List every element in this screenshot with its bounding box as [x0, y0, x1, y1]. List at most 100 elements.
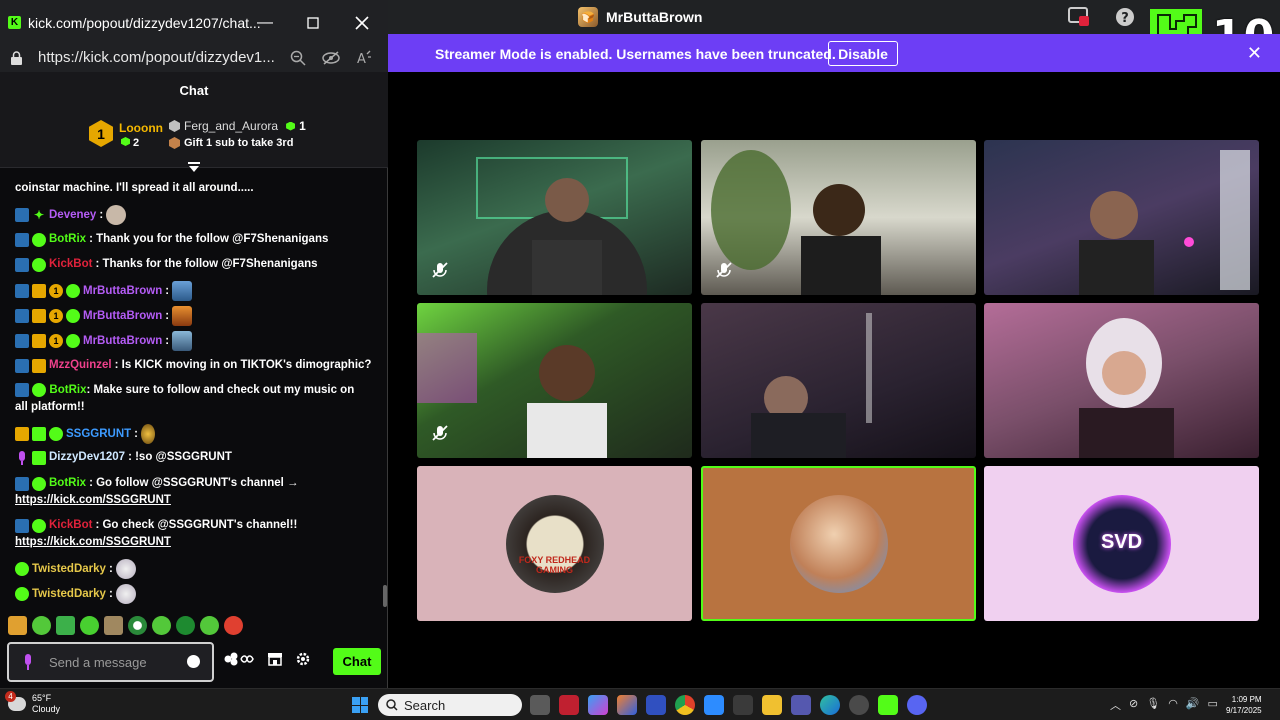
username[interactable]: BotRix [49, 384, 86, 396]
emote-icon[interactable] [56, 616, 75, 635]
emote-icon [141, 424, 156, 444]
send-chat-button[interactable]: Chat [333, 648, 381, 675]
copilot-icon[interactable] [588, 695, 608, 715]
username[interactable]: KickBot [49, 256, 92, 273]
edge-icon[interactable] [820, 695, 840, 715]
emote-icon[interactable] [8, 616, 27, 635]
video-tile-6[interactable] [984, 303, 1259, 458]
first-place-count: 2 [121, 137, 139, 149]
url-text[interactable]: https://kick.com/popout/dizzydev1... [38, 49, 275, 66]
streamer-mode-banner: Streamer Mode is enabled. Usernames have… [388, 34, 1280, 72]
clock[interactable]: 1:09 PM 9/17/2025 [1226, 694, 1262, 716]
store-app-icon[interactable] [733, 695, 753, 715]
banner-close-icon[interactable]: ✕ [1247, 43, 1262, 64]
read-aloud-icon[interactable]: A [356, 50, 372, 71]
microphone-icon[interactable] [23, 654, 33, 675]
teams-icon[interactable] [791, 695, 811, 715]
first-count-value: 2 [133, 137, 140, 149]
volume-icon[interactable]: 🔊 [1186, 697, 1200, 713]
username[interactable]: DizzyDev1207 [49, 449, 125, 466]
kick-app-icon[interactable] [878, 695, 898, 715]
file-explorer-icon[interactable] [762, 695, 782, 715]
message-text: : [134, 427, 139, 440]
founder-badge-icon: 1 [49, 284, 63, 298]
zoom-app-icon[interactable] [704, 695, 724, 715]
emote-icon[interactable] [80, 616, 99, 635]
verified-badge-icon [49, 427, 63, 441]
username[interactable]: KickBot [49, 517, 92, 534]
third-place-text: Gift 1 sub to take 3rd [184, 137, 294, 149]
verified-badge-icon [66, 334, 80, 348]
points-icon[interactable] [224, 652, 254, 671]
sub-gift-badge-icon [32, 427, 46, 441]
start-icon[interactable] [352, 697, 368, 713]
mic-icon[interactable]: 🎙 [1146, 697, 1160, 713]
username[interactable]: TwistedDarky [32, 586, 106, 603]
weather-desc: Cloudy [32, 704, 61, 714]
store-icon[interactable] [268, 652, 282, 671]
bot-badge-icon [15, 358, 29, 373]
minimize-icon[interactable]: — [254, 13, 276, 33]
emote-icon[interactable] [152, 616, 171, 635]
shield-app-icon[interactable] [559, 695, 579, 715]
emote-icon[interactable] [200, 616, 219, 635]
taskbar-search[interactable]: Search [378, 694, 522, 716]
design-app-icon[interactable] [617, 695, 637, 715]
username[interactable]: BotRix [49, 231, 86, 248]
username[interactable]: MrButtaBrown [83, 308, 162, 325]
third-place[interactable]: Gift 1 sub to take 3rd [169, 137, 293, 149]
second-place-name: Ferg_and_Aurora [184, 119, 279, 133]
chevron-up-icon[interactable]: ︿ [1110, 697, 1121, 713]
emote-icon[interactable] [128, 616, 147, 635]
zoom-icon[interactable] [290, 50, 306, 71]
stop-share-icon[interactable] [1068, 6, 1090, 28]
vpn-app-icon[interactable] [646, 695, 666, 715]
weather-widget[interactable]: 4 65°F Cloudy [5, 691, 61, 715]
username[interactable]: BotRix [49, 475, 86, 492]
second-place: Ferg_and_Aurora 1 [169, 119, 306, 133]
battery-icon[interactable]: ▭ [1208, 697, 1218, 713]
username[interactable]: Deveney [49, 207, 96, 224]
emote-icon[interactable] [32, 616, 51, 635]
video-tile-3[interactable] [984, 140, 1259, 295]
chat-message: TwistedDarky : [15, 584, 370, 604]
task-view-icon[interactable] [530, 695, 550, 715]
network-off-icon[interactable]: ⊘ [1129, 697, 1138, 713]
address-bar[interactable]: https://kick.com/popout/dizzydev1... A [0, 46, 388, 72]
avatar-tile-2[interactable] [701, 466, 976, 621]
emoji-icon[interactable] [187, 655, 200, 668]
emote-icon[interactable] [176, 616, 195, 635]
bot-badge-icon [15, 334, 29, 348]
username[interactable]: MzzQuinzel [49, 357, 112, 374]
close-icon[interactable] [351, 13, 373, 33]
username[interactable]: MrButtaBrown [83, 283, 162, 300]
settings-app-icon[interactable] [849, 695, 869, 715]
username[interactable]: TwistedDarky [32, 561, 106, 578]
maximize-icon[interactable] [302, 13, 324, 33]
wifi-icon[interactable]: ◠ [1168, 697, 1178, 713]
discord-icon[interactable] [907, 695, 927, 715]
username[interactable]: MrButtaBrown [83, 333, 162, 350]
chat-message: BotRix : Thank you for the follow @F7She… [15, 231, 370, 248]
avatar-tile-3[interactable]: SVD [984, 466, 1259, 621]
second-place-count: 1 [299, 119, 306, 133]
username[interactable]: SSGGRUNT [66, 426, 131, 443]
chrome-icon[interactable] [675, 695, 695, 715]
disable-button[interactable]: Disable [828, 41, 898, 66]
chat-message: 1 MrButtaBrown : [15, 306, 370, 326]
video-tile-4[interactable] [417, 303, 692, 458]
tracking-prevention-icon[interactable] [322, 50, 340, 71]
video-tile-1[interactable] [417, 140, 692, 295]
video-tile-2[interactable] [701, 140, 976, 295]
help-icon[interactable]: ? [1114, 6, 1136, 28]
chat-message-input[interactable] [49, 652, 179, 672]
chat-scrollbar[interactable] [383, 585, 387, 607]
channel-link[interactable]: https://kick.com/SSGGRUNT [15, 494, 171, 506]
emote-icon[interactable] [104, 616, 123, 635]
settings-icon[interactable] [296, 652, 310, 671]
emote-quick-bar [8, 616, 243, 635]
video-tile-5[interactable] [701, 303, 976, 458]
channel-link[interactable]: https://kick.com/SSGGRUNT [15, 536, 171, 548]
emote-icon[interactable] [224, 616, 243, 635]
avatar-tile-1[interactable]: FOXY REDHEAD GAMING [417, 466, 692, 621]
